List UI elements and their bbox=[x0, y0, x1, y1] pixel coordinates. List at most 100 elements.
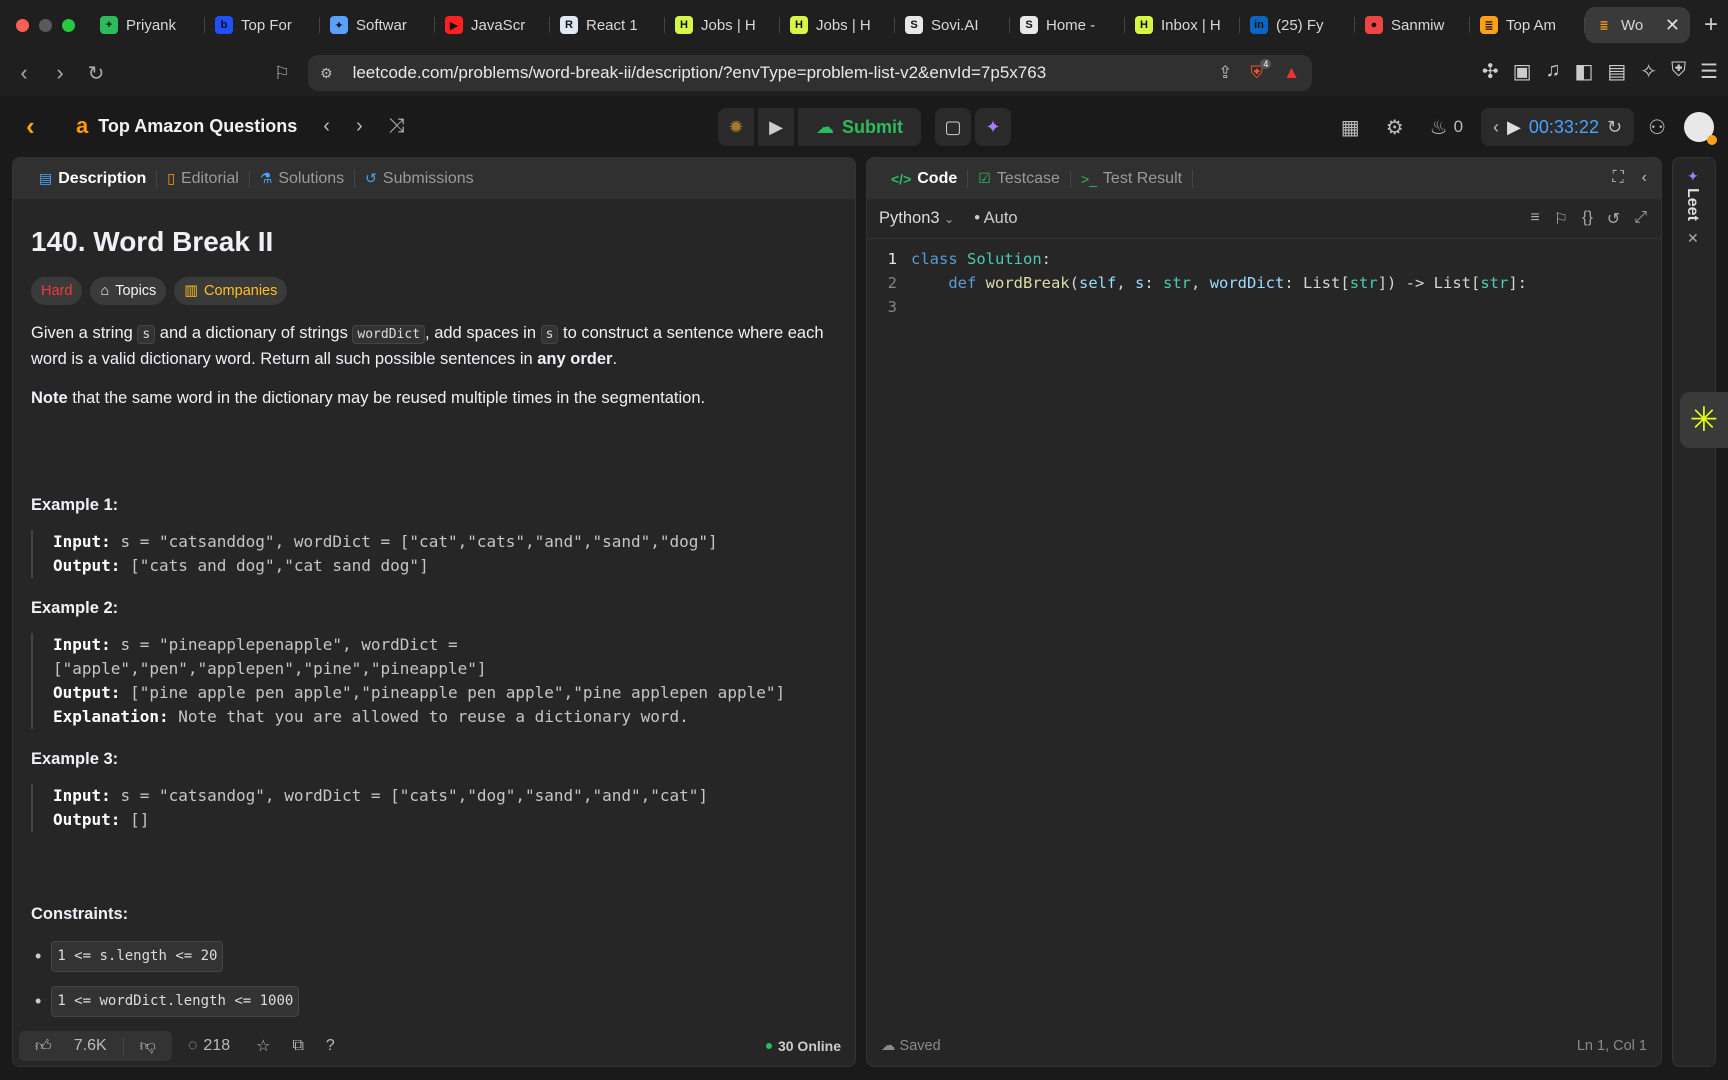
reset-code-icon[interactable]: ↺ bbox=[1607, 209, 1620, 229]
new-tab-button[interactable]: + bbox=[1690, 11, 1718, 39]
reader-icon[interactable]: ▣ bbox=[1513, 59, 1532, 84]
tab-test-result[interactable]: >_ Test Result bbox=[1071, 169, 1194, 188]
menu-icon[interactable]: ☰ bbox=[1700, 59, 1718, 84]
tab-favicon-icon: H bbox=[1135, 16, 1153, 34]
browser-tab[interactable]: R React 1 bbox=[550, 7, 665, 43]
fullscreen-icon[interactable]: ⛶ bbox=[1612, 169, 1623, 187]
streak[interactable]: ♨ 0 bbox=[1430, 115, 1463, 140]
collapse-timer-icon[interactable]: ‹ bbox=[1493, 117, 1499, 138]
bookmark-icon[interactable]: ⚐ bbox=[264, 63, 300, 84]
browser-tab[interactable]: H Inbox | H bbox=[1125, 7, 1240, 43]
browser-tab[interactable]: H Jobs | H bbox=[665, 7, 780, 43]
code-token: str bbox=[1163, 274, 1192, 292]
braces-icon[interactable]: {} bbox=[1582, 209, 1593, 229]
problem-list-title[interactable]: Top Amazon Questions bbox=[98, 116, 297, 137]
code-line[interactable]: 1 class Solution: bbox=[867, 247, 1661, 271]
companies-button[interactable]: ▥ Companies bbox=[174, 277, 288, 305]
code-line[interactable]: 2 def wordBreak(self, s: str, wordDict: … bbox=[867, 271, 1661, 295]
code-editor[interactable]: 1 class Solution: 2 def wordBreak(self, s:… bbox=[867, 239, 1661, 319]
debug-button[interactable]: ✹ bbox=[718, 108, 754, 146]
tab-label: Home - bbox=[1046, 16, 1096, 34]
ai-assist-button[interactable]: ✦ bbox=[975, 108, 1011, 146]
tab-code[interactable]: </> Code bbox=[881, 169, 969, 188]
avatar[interactable] bbox=[1684, 112, 1717, 145]
wallet-icon[interactable]: ▤ bbox=[1607, 59, 1626, 84]
browser-tab[interactable]: ▶ JavaScr bbox=[435, 7, 550, 43]
comments-button[interactable]: ◌ 218 bbox=[188, 1037, 230, 1055]
tab-editorial[interactable]: ▯ Editorial bbox=[157, 169, 250, 188]
run-button[interactable]: ▶ bbox=[758, 108, 794, 146]
share-link-icon[interactable]: ⧉ bbox=[292, 1037, 303, 1055]
share-icon[interactable]: ⇪ bbox=[1218, 63, 1232, 83]
forward-icon[interactable]: › bbox=[42, 60, 78, 86]
add-friend-icon[interactable]: ⚇ bbox=[1648, 115, 1666, 140]
reset-timer-icon[interactable]: ↻ bbox=[1607, 117, 1622, 138]
browser-tab[interactable]: S Home - bbox=[1010, 7, 1125, 43]
online-dot-icon bbox=[765, 1043, 772, 1049]
vpn-icon[interactable]: ⛨ bbox=[1671, 59, 1686, 84]
site-settings-icon[interactable]: ⚙ bbox=[320, 65, 333, 82]
expand-icon[interactable]: ⤢ bbox=[1634, 209, 1647, 229]
dislike-button[interactable]: 👎︎ bbox=[122, 1036, 172, 1056]
play-timer-icon[interactable]: ▶ bbox=[1507, 117, 1521, 138]
bookmark-code-icon[interactable]: ⚐ bbox=[1554, 209, 1568, 229]
collapse-panel-icon[interactable]: ‹ bbox=[1642, 169, 1647, 187]
tab-description[interactable]: ▤ Description bbox=[29, 169, 158, 188]
shuffle-icon[interactable]: ⤨ bbox=[389, 115, 405, 138]
format-icon[interactable]: ≡ bbox=[1530, 209, 1539, 229]
topics-button[interactable]: ⌂ Topics bbox=[90, 277, 167, 305]
close-tab-icon[interactable]: ✕ bbox=[1665, 15, 1680, 36]
code-line[interactable]: 3 bbox=[867, 295, 1661, 319]
help-icon[interactable]: ? bbox=[326, 1037, 335, 1055]
browser-tab[interactable]: H Jobs | H bbox=[780, 7, 895, 43]
timer[interactable]: ‹ ▶ 00:33:22 ↻ bbox=[1481, 108, 1635, 146]
leo-ai-icon[interactable]: ✧ bbox=[1640, 59, 1657, 84]
leet-label[interactable]: Leet bbox=[1683, 188, 1701, 221]
browser-tab[interactable]: S Sovi.AI bbox=[895, 7, 1010, 43]
settings-icon[interactable]: ⚙ bbox=[1386, 115, 1404, 140]
music-icon[interactable]: ♫ bbox=[1545, 59, 1560, 84]
extensions-icon[interactable]: ✣ bbox=[1482, 59, 1499, 84]
submit-button[interactable]: ☁ Submit bbox=[798, 108, 921, 146]
tab-label: Code bbox=[917, 169, 958, 187]
example-block: Input: s = "pineapplepenapple", wordDict… bbox=[31, 633, 837, 729]
brave-rewards-icon[interactable]: ▲ bbox=[1283, 63, 1300, 83]
tab-label: Inbox | H bbox=[1161, 16, 1221, 34]
browser-tab[interactable]: ≣ Top Am bbox=[1470, 7, 1585, 43]
auto-mode[interactable]: • Auto bbox=[974, 209, 1017, 228]
description-paragraph: Given a string s and a dictionary of str… bbox=[31, 321, 837, 372]
language-select[interactable]: Python3 ⌄ bbox=[879, 209, 954, 228]
browser-tab[interactable]: b Top For bbox=[205, 7, 320, 43]
maximize-window-button[interactable] bbox=[62, 18, 75, 32]
code-token: List[ bbox=[1303, 274, 1350, 292]
close-window-button[interactable] bbox=[16, 18, 29, 32]
url-text[interactable]: leetcode.com/problems/word-break-ii/desc… bbox=[353, 63, 1219, 83]
prev-problem-icon[interactable]: ‹ bbox=[323, 115, 330, 138]
address-bar[interactable]: ⚙ leetcode.com/problems/word-break-ii/de… bbox=[308, 55, 1312, 91]
reload-icon[interactable]: ↻ bbox=[78, 61, 114, 86]
brave-shield-icon[interactable]: ⛨ 4 bbox=[1250, 59, 1272, 83]
assistant-asterisk-icon[interactable]: ✳ bbox=[1680, 392, 1728, 448]
back-icon[interactable]: ‹ bbox=[6, 60, 42, 86]
tab-testcase[interactable]: ☑ Testcase bbox=[968, 169, 1071, 188]
leet-sidebar: ✦ Leet ✕ bbox=[1672, 157, 1716, 1067]
sidebar-icon[interactable]: ◧ bbox=[1574, 59, 1593, 84]
browser-tab[interactable]: ● Sanmiw bbox=[1355, 7, 1470, 43]
close-icon[interactable]: ✕ bbox=[1687, 230, 1699, 247]
browser-tab[interactable]: ✦ Softwar bbox=[320, 7, 435, 43]
tab-submissions[interactable]: ↺ Submissions bbox=[355, 170, 483, 188]
minimize-window-button[interactable] bbox=[39, 18, 52, 32]
browser-tab-active[interactable]: ≣ Wo ✕ bbox=[1585, 7, 1690, 43]
inline-code: s bbox=[137, 325, 156, 344]
layout-icon[interactable]: ▦ bbox=[1341, 115, 1360, 140]
problem-title[interactable]: 140. Word Break II bbox=[31, 225, 837, 259]
tab-solutions[interactable]: ⚗ Solutions bbox=[250, 169, 356, 188]
notes-button[interactable]: ▢ bbox=[935, 108, 971, 146]
like-button[interactable]: 👍︎ 7.6K bbox=[19, 1037, 123, 1056]
next-problem-icon[interactable]: › bbox=[356, 115, 363, 138]
browser-tab[interactable]: + Priyank bbox=[90, 7, 205, 43]
favorite-star-icon[interactable]: ☆ bbox=[256, 1036, 270, 1056]
browser-tab[interactable]: in (25) Fy bbox=[1240, 7, 1355, 43]
leetcode-logo-icon[interactable]: ‹ bbox=[26, 112, 50, 140]
